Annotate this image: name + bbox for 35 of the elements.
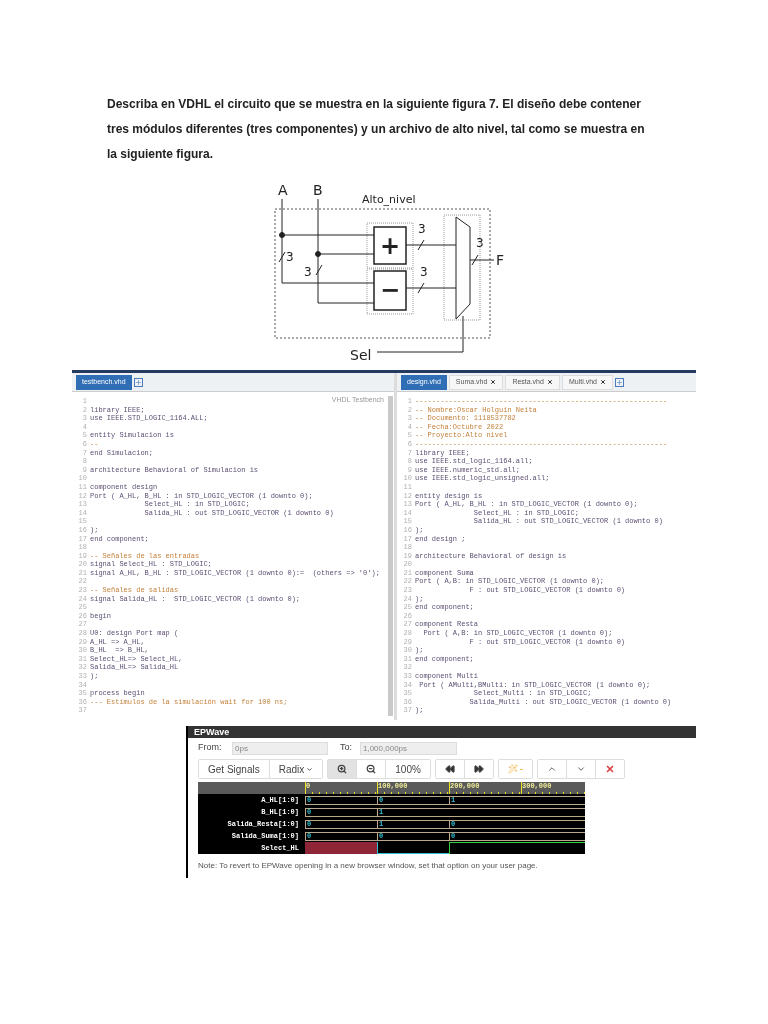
add-tab-button[interactable] [133, 377, 143, 387]
add-tab-button[interactable] [614, 377, 624, 387]
bus-width-label: 3 [304, 265, 312, 279]
delete-icon [604, 764, 615, 774]
wand-icon [507, 764, 518, 774]
bus-width-label: 3 [286, 250, 294, 264]
zoom-out-icon [366, 764, 377, 774]
output-label: F [496, 252, 505, 268]
select-label: Sel [350, 347, 372, 363]
input-label: A [278, 182, 288, 198]
field-label: From: [198, 741, 223, 755]
rewind-icon [444, 764, 455, 774]
toolbar-button[interactable] [435, 760, 465, 778]
caret-icon [306, 765, 314, 773]
operator-symbol: − [379, 276, 401, 304]
scrollbar[interactable] [388, 396, 393, 716]
operator-symbol: + [379, 232, 401, 260]
toolbar-button[interactable]: Get Signals [199, 760, 270, 778]
bus-width-label: 3 [418, 222, 426, 236]
zoom-in-icon [337, 764, 348, 774]
field-label: To: [340, 741, 353, 755]
instructions-paragraph: Describa en VDHL el circuito que se muestra en la siguiente figura 7. El diseño debe contener tres módulos diferentes (tres componentes) y un archivo de alto nivel, tal como se muestra en la siguiente figura. [107, 96, 646, 163]
module-title: Alto_nivel [362, 193, 416, 206]
bus-width-label: 3 [476, 236, 484, 250]
toolbar-button[interactable] [328, 760, 358, 778]
bus-width-label: 3 [420, 265, 428, 279]
close-icon[interactable] [490, 379, 497, 385]
dash-icon [519, 768, 523, 770]
input-label: B [313, 182, 323, 198]
bit-segment [305, 842, 377, 854]
close-icon[interactable] [546, 379, 553, 385]
window-title: EPWave [194, 727, 230, 737]
close-icon[interactable] [599, 379, 606, 385]
note-text: Note: To revert to EPWave opening in a new browser window, set that option on your user page. [198, 860, 539, 872]
fast-forward-icon [473, 764, 484, 774]
